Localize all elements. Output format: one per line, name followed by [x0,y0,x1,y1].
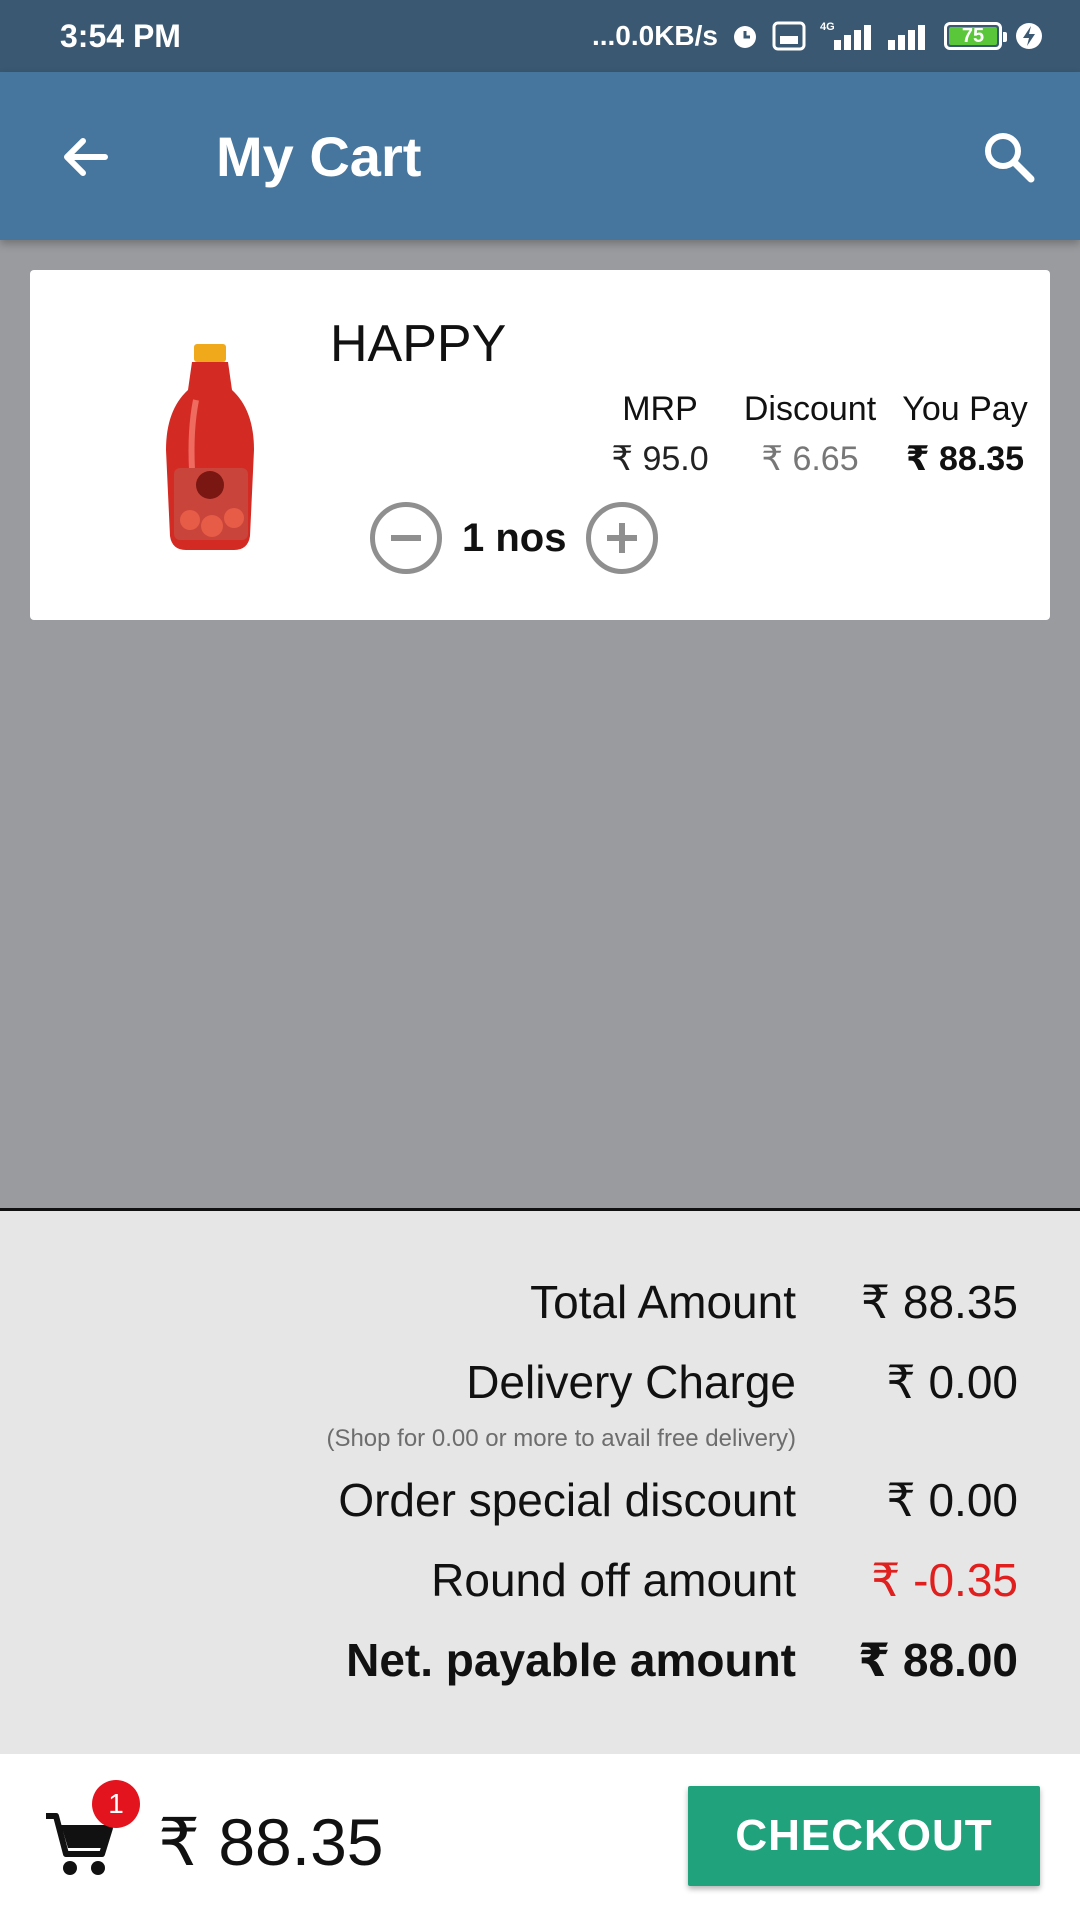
bottom-total: ₹ 88.35 [158,1805,384,1879]
search-button[interactable] [974,122,1044,192]
signal-icon-2 [886,20,932,52]
bottom-bar: 1 ₹ 88.35 CHECKOUT [0,1754,1080,1920]
product-name: HAPPY [330,315,507,373]
order-summary: Total Amount ₹ 88.35 Delivery Charge ₹ 0… [0,1208,1080,1754]
special-discount-label: Order special discount [338,1474,796,1526]
delivery-note: (Shop for 0.00 or more to avail free del… [326,1425,796,1452]
network-type-label: 4G [820,21,835,33]
round-off-value: ₹ -0.35 [871,1554,1018,1606]
status-bar: 3:54 PM ...0.0KB/s 4G 75 [0,0,1080,72]
page-title: My Cart [216,125,422,188]
delivery-charge-label: Delivery Charge [466,1356,796,1408]
product-image [130,340,290,560]
arrow-back-icon [64,138,108,176]
you-pay-header: You Pay [902,390,1028,428]
discount-value: ₹ 6.65 [761,440,859,478]
minus-icon [391,535,421,541]
volte-icon [772,21,806,51]
back-button[interactable] [50,122,120,192]
price-table: MRP Discount You Pay ₹ 95.0 ₹ 6.65 ₹ 88.… [590,390,1050,479]
net-payable-label: Net. payable amount [346,1634,796,1686]
status-icons: ...0.0KB/s 4G 75 [592,20,1044,52]
total-amount-value: ₹ 88.35 [860,1276,1018,1328]
cart-screen: 3:54 PM ...0.0KB/s 4G 75 My Cart HAPPY M… [0,0,1080,1920]
delivery-charge-value: ₹ 0.00 [886,1356,1018,1408]
you-pay-value: ₹ 88.35 [905,440,1025,478]
cart-item-card[interactable]: HAPPY MRP Discount You Pay ₹ 95.0 ₹ 6.65… [30,270,1050,620]
app-bar: My Cart [0,72,1080,240]
increase-quantity-button[interactable] [586,502,659,574]
mrp-header: MRP [622,390,698,428]
search-icon [985,133,1035,183]
price-header-row: MRP Discount You Pay [590,390,1050,429]
battery-level: 75 [949,25,997,47]
network-speed: ...0.0KB/s [591,20,718,51]
total-amount-label: Total Amount [530,1276,796,1328]
round-off-label: Round off amount [431,1554,796,1606]
quantity-value: 1 nos [462,515,567,560]
mrp-value: ₹ 95.0 [611,440,709,478]
charging-icon [1014,21,1044,51]
signal-icon: 4G [818,20,874,52]
net-payable-value: ₹ 88.00 [858,1634,1018,1686]
quantity-stepper: 1 nos [370,502,659,574]
cart-count-badge: 1 [92,1780,140,1828]
decrease-quantity-button[interactable] [370,502,442,574]
alarm-icon [730,21,760,51]
special-discount-value: ₹ 0.00 [886,1474,1018,1526]
price-value-row: ₹ 95.0 ₹ 6.65 ₹ 88.35 [590,429,1050,479]
checkout-button[interactable]: CHECKOUT [688,1786,1040,1886]
battery-icon: 75 [944,22,1007,50]
status-time: 3:54 PM [60,17,181,54]
discount-header: Discount [743,390,877,428]
